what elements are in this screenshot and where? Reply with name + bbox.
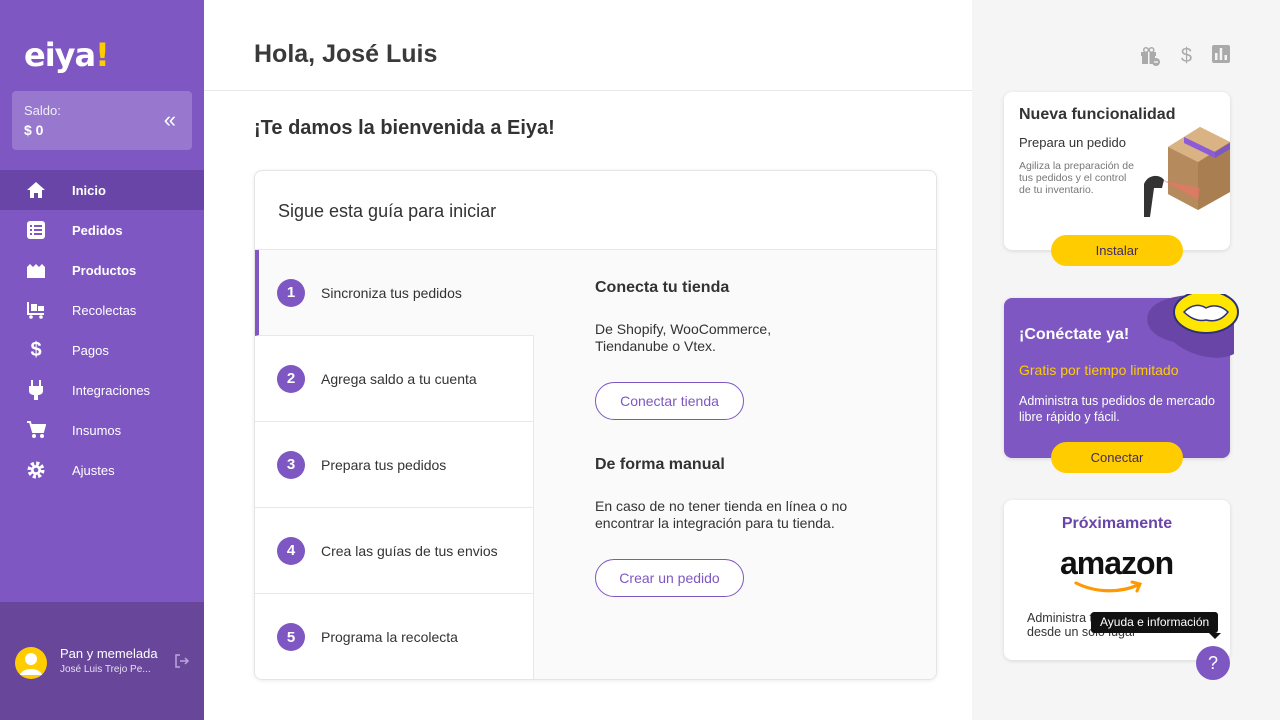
card-subtitle: Prepara un pedido <box>1019 135 1126 150</box>
header-actions: $ <box>1139 45 1230 72</box>
step-label: Sincroniza tus pedidos <box>321 284 462 301</box>
manual-text: En caso de no tener tienda en línea o no… <box>595 498 848 531</box>
balance-label: Saldo: <box>24 103 61 118</box>
plug-icon <box>24 378 48 402</box>
connect-store-text: De Shopify, WooCommerce, Tiendanube o Vt… <box>595 321 772 354</box>
sidebar-item-ajustes[interactable]: Ajustes <box>0 450 204 490</box>
amazon-logo: amazon <box>1060 545 1174 581</box>
sidebar-item-label: Pedidos <box>72 222 123 238</box>
avatar[interactable] <box>15 647 47 679</box>
step-label: Prepara tus pedidos <box>321 456 447 473</box>
step-schedule-pickup[interactable]: 5 Programa la recolecta <box>255 594 534 679</box>
handshake-blob <box>1144 290 1240 369</box>
sidebar-item-label: Productos <box>72 262 137 278</box>
logo-text: eiya <box>24 36 96 74</box>
sidebar-item-recolectas[interactable]: Recolectas <box>0 290 204 330</box>
balance-value: $ 0 <box>24 122 44 138</box>
sidebar-item-label: Inicio <box>72 182 106 198</box>
balance-box: Saldo: $ 0 « <box>12 91 192 150</box>
connect-store-button[interactable]: Conectar tienda <box>595 382 744 420</box>
manual-heading: De forma manual <box>595 456 725 473</box>
connect-store-heading: Conecta tu tienda <box>595 279 730 296</box>
sidebar-item-label: Integraciones <box>72 382 151 398</box>
eiya-logo[interactable]: eiya! <box>24 36 110 74</box>
dollar-icon: $ <box>30 338 42 361</box>
sidebar-item-insumos[interactable]: Insumos <box>0 410 204 450</box>
step-number: 1 <box>277 278 305 307</box>
gear-icon <box>24 458 48 482</box>
user-area: Pan y memelada José Luis Trejo Pe... <box>0 602 204 720</box>
step-sync-orders[interactable]: 1 Sincroniza tus pedidos <box>255 250 534 336</box>
header-divider <box>204 90 972 91</box>
step-create-labels[interactable]: 4 Crea las guías de tus envios <box>255 508 534 594</box>
connect-button[interactable]: Conectar <box>1051 442 1183 473</box>
main-content: Hola, José Luis ¡Te damos la bienvenida … <box>204 0 972 720</box>
card-title: ¡Conéctate ya! <box>1019 326 1130 343</box>
dollar-icon[interactable]: $ <box>1181 45 1192 72</box>
step-label: Agrega saldo a tu cuenta <box>321 370 477 387</box>
sidebar-item-label: Ajustes <box>72 462 115 478</box>
onboarding-guide-card: Sigue esta guía para iniciar 1 Sincroniz… <box>254 170 937 680</box>
card-description: Administra tus pedidos de mercado libre … <box>1019 394 1215 424</box>
welcome-heading: ¡Te damos la bienvenida a Eiya! <box>254 117 555 139</box>
box-scanner-illustration <box>1140 122 1230 232</box>
guide-steps: 1 Sincroniza tus pedidos 2 Agrega saldo … <box>255 250 534 679</box>
step-prepare-orders[interactable]: 3 Prepara tus pedidos <box>255 422 534 508</box>
sidebar-item-label: Pagos <box>72 342 109 358</box>
sidebar-item-productos[interactable]: Productos <box>0 250 204 290</box>
sidebar-item-pedidos[interactable]: Pedidos <box>0 210 204 250</box>
help-tooltip: Ayuda e información <box>1091 612 1222 639</box>
step-number: 5 <box>277 623 305 651</box>
page-title: Hola, José Luis <box>254 40 438 68</box>
sidebar-item-inicio[interactable]: Inicio <box>0 170 204 210</box>
card-subtitle: Gratis por tiempo limitado <box>1019 362 1179 378</box>
guide-title: Sigue esta guía para iniciar <box>255 171 936 250</box>
install-button[interactable]: Instalar <box>1051 235 1183 266</box>
card-description: Agiliza la preparación de tus pedidos y … <box>1019 160 1134 196</box>
user-full-name: José Luis Trejo Pe... <box>60 664 151 675</box>
create-order-button[interactable]: Crear un pedido <box>595 559 744 597</box>
amazon-smile-icon <box>1074 580 1143 593</box>
logout-icon[interactable] <box>174 653 190 674</box>
step-number: 3 <box>277 450 305 479</box>
step-add-balance[interactable]: 2 Agrega saldo a tu cuenta <box>255 336 534 422</box>
list-icon <box>24 218 48 242</box>
new-feature-card: Nueva funcionalidad Prepara un pedido Ag… <box>1004 92 1230 266</box>
dolly-icon <box>24 298 48 322</box>
step-content: Conecta tu tienda De Shopify, WooCommerc… <box>534 250 936 679</box>
card-title: Próximamente <box>1061 515 1173 532</box>
mercadolibre-card: ¡Conéctate ya! Gratis por tiempo limitad… <box>1004 290 1239 473</box>
sidebar-item-label: Insumos <box>72 422 122 438</box>
sidebar-item-integraciones[interactable]: Integraciones <box>0 370 204 410</box>
step-number: 2 <box>277 364 305 393</box>
help-button[interactable]: ? <box>1196 646 1230 680</box>
step-label: Crea las guías de tus envios <box>321 542 498 559</box>
coming-soon-card: Próximamente amazon Administra tus canal… <box>1004 500 1230 660</box>
chart-icon[interactable] <box>1212 45 1230 72</box>
user-shop-name: Pan y memelada <box>60 646 158 661</box>
sidebar: eiya! Saldo: $ 0 « Inicio Pedidos Produc… <box>0 0 204 720</box>
home-icon <box>24 178 48 202</box>
collapse-sidebar-icon[interactable]: « <box>164 109 176 131</box>
sidebar-item-label: Recolectas <box>72 302 137 318</box>
step-label: Programa la recolecta <box>321 629 458 645</box>
logo-mark: ! <box>95 36 110 74</box>
cart-icon <box>24 418 48 442</box>
sidebar-nav: Inicio Pedidos Productos Recolectas $ Pa… <box>0 170 204 490</box>
sidebar-item-pagos[interactable]: $ Pagos <box>0 330 204 370</box>
step-number: 4 <box>277 536 305 565</box>
gift-icon[interactable] <box>1139 45 1161 72</box>
boxes-icon <box>24 258 48 282</box>
